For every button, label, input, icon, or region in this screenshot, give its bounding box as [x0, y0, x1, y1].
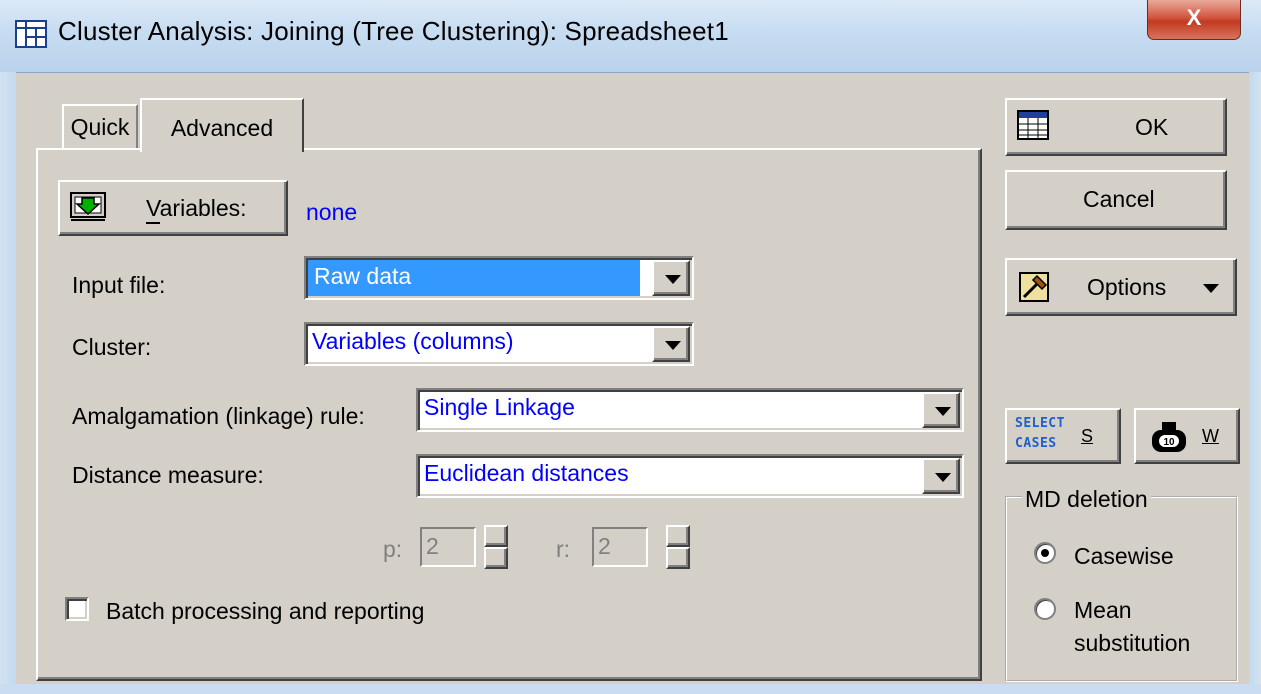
variables-shortcut-underline — [146, 222, 160, 224]
casewise-label: Casewise — [1074, 543, 1174, 569]
amalgamation-rule-dropdown[interactable]: Single Linkage — [416, 388, 964, 432]
chevron-down-icon[interactable] — [922, 392, 960, 428]
variables-icon — [70, 192, 106, 221]
variables-button-label: Variables: — [146, 195, 247, 221]
spin-up-icon[interactable] — [484, 525, 508, 547]
distance-measure-value: Euclidean distances — [424, 460, 629, 486]
svg-text:10: 10 — [1163, 437, 1175, 448]
ok-button[interactable]: OK — [1005, 98, 1227, 156]
variables-button[interactable]: Variables: — [58, 180, 288, 236]
tab-quick-label: Quick — [70, 114, 130, 140]
r-label: r: — [556, 536, 571, 562]
chevron-down-icon[interactable] — [652, 326, 690, 362]
options-button-label: Options — [1087, 274, 1167, 300]
md-deletion-title: MD deletion — [1022, 486, 1151, 513]
chevron-down-icon[interactable] — [922, 458, 960, 494]
window-frame-left — [0, 72, 16, 694]
p-spinner[interactable] — [484, 525, 508, 569]
select-cases-icon-line1: SELECT — [1015, 416, 1065, 431]
p-field[interactable]: 2 — [420, 527, 476, 567]
mean-substitution-label-line2: substitution — [1074, 630, 1191, 656]
variables-selection-value: none — [306, 199, 358, 225]
cancel-button-label: Cancel — [1083, 186, 1155, 212]
tab-advanced-label: Advanced — [170, 115, 274, 141]
casewise-radio[interactable] — [1034, 542, 1056, 564]
cluster-value: Variables (columns) — [312, 328, 514, 354]
spreadsheet-icon — [1017, 110, 1049, 140]
window-frame-bottom — [0, 684, 1261, 694]
input-file-dropdown[interactable]: Raw data — [304, 256, 694, 300]
options-button[interactable]: Options — [1005, 258, 1237, 316]
chevron-down-icon[interactable] — [652, 260, 690, 296]
r-spinner[interactable] — [666, 525, 690, 569]
cluster-dropdown[interactable]: Variables (columns) — [304, 322, 694, 366]
mean-substitution-label-line1: Mean — [1074, 597, 1132, 623]
close-button[interactable]: X — [1147, 0, 1241, 40]
tab-quick[interactable]: Quick — [62, 104, 138, 148]
spin-up-icon[interactable] — [666, 525, 690, 547]
cancel-button[interactable]: Cancel — [1005, 170, 1227, 230]
select-cases-shortcut: S — [1081, 426, 1094, 446]
options-tools-icon — [1019, 272, 1049, 302]
tab-advanced[interactable]: Advanced — [140, 98, 304, 152]
dropdown-arrow-icon — [1203, 284, 1219, 293]
spin-down-icon[interactable] — [666, 547, 690, 569]
distance-measure-dropdown[interactable]: Euclidean distances — [416, 454, 964, 498]
title-bar[interactable]: Cluster Analysis: Joining (Tree Clusteri… — [0, 0, 1261, 72]
spreadsheet-app-icon — [15, 20, 47, 48]
select-cases-icon-line2: CASES — [1015, 436, 1057, 451]
input-file-value: Raw data — [308, 260, 640, 296]
weight-button[interactable]: 10 W — [1134, 408, 1240, 464]
amalgamation-rule-value: Single Linkage — [424, 394, 575, 420]
batch-processing-label: Batch processing and reporting — [106, 598, 425, 624]
window-title: Cluster Analysis: Joining (Tree Clusteri… — [58, 16, 729, 46]
weight-icon: 10 — [1152, 422, 1186, 452]
batch-processing-checkbox[interactable] — [65, 597, 89, 621]
p-label: p: — [383, 536, 403, 562]
cluster-label: Cluster: — [72, 334, 152, 360]
window-frame-right — [1249, 72, 1261, 694]
mean-substitution-radio[interactable] — [1034, 598, 1056, 620]
input-file-label: Input file: — [72, 272, 166, 298]
select-cases-button[interactable]: SELECT CASES S — [1005, 408, 1121, 464]
weight-shortcut: W — [1202, 426, 1219, 446]
distance-measure-label: Distance measure: — [72, 462, 264, 488]
ok-button-label: OK — [1135, 114, 1169, 140]
amalgamation-rule-label: Amalgamation (linkage) rule: — [72, 403, 365, 429]
r-field[interactable]: 2 — [592, 527, 648, 567]
spin-down-icon[interactable] — [484, 547, 508, 569]
